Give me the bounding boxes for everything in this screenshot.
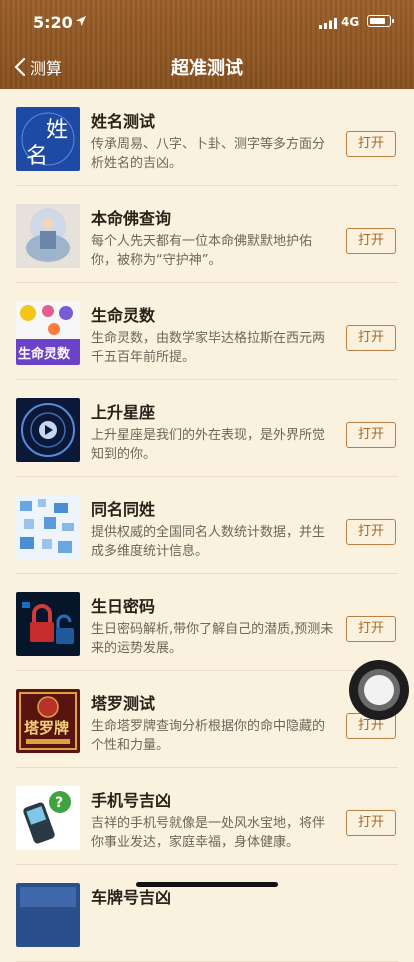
test-list: 姓 名 姓名测试 传承周易、八字、卜卦、测字等多方面分析姓名的吉凶。 打开 本命… <box>0 89 414 962</box>
item-title: 姓名测试 <box>91 112 156 131</box>
open-button[interactable]: 打开 <box>346 616 396 642</box>
open-button[interactable]: 打开 <box>346 422 396 448</box>
item-title: 生日密码 <box>91 597 156 616</box>
open-button[interactable]: 打开 <box>346 131 396 157</box>
list-item-lingshu[interactable]: 生命灵数 生命灵数 生命灵数，由数学家毕达格拉斯在西元两千五百年前所提。 打开 <box>0 283 414 380</box>
tongming-thumbnail <box>16 495 80 559</box>
item-description: 吉祥的手机号就像是一处风水宝地，将伴你事业发达，家庭幸福，身体健康。 <box>91 816 326 850</box>
taluo-thumbnail: 塔罗牌 <box>16 689 80 753</box>
item-description: 每个人先天都有一位本命佛默默地护佑你，被称为“守护神”。 <box>91 234 313 268</box>
open-button[interactable]: 打开 <box>346 810 396 836</box>
list-item-tongming[interactable]: 同名同姓 提供权威的全国同名人数统计数据，并生成多维度统计信息。 打开 <box>0 477 414 574</box>
nav-bar: 测算 超准测试 <box>0 44 414 89</box>
open-button[interactable]: 打开 <box>346 228 396 254</box>
chepaihao-thumbnail <box>16 883 80 947</box>
benmingfo-thumbnail <box>16 204 80 268</box>
thumb-text-lingshu: 生命灵数 <box>18 346 71 362</box>
shengxing-thumbnail <box>16 398 80 462</box>
page-title: 超准测试 <box>171 58 243 79</box>
item-title: 车牌号吉凶 <box>91 888 172 907</box>
home-indicator <box>136 882 278 887</box>
open-button[interactable]: 打开 <box>346 519 396 545</box>
shoujihao-thumbnail: ? <box>16 786 80 850</box>
svg-text:?: ? <box>55 795 63 811</box>
item-description: 生命塔罗牌查询分析根据你的命中隐藏的个性和力量。 <box>91 719 326 753</box>
item-title: 本命佛查询 <box>91 209 172 228</box>
list-item-xingming[interactable]: 姓 名 姓名测试 传承周易、八字、卜卦、测字等多方面分析姓名的吉凶。 打开 <box>0 89 414 186</box>
xingming-thumbnail: 姓 名 <box>16 107 80 171</box>
assistive-touch-button[interactable] <box>349 660 409 720</box>
item-title: 生命灵数 <box>91 306 156 325</box>
item-title: 塔罗测试 <box>91 694 156 713</box>
open-button[interactable]: 打开 <box>346 325 396 351</box>
lingshu-thumbnail: 生命灵数 <box>16 301 80 365</box>
thumb-text-xing: 姓 <box>46 118 68 143</box>
list-item-shengxing[interactable]: 上升星座 上升星座是我们的外在表现，是外界所觉知到的你。 打开 <box>0 380 414 477</box>
item-title: 同名同姓 <box>91 500 156 519</box>
list-item-chepaihao[interactable]: 车牌号吉凶 <box>0 865 414 962</box>
header: 5:20 4G 测算 超准测试 <box>0 0 414 89</box>
thumb-text-taluo: 塔罗牌 <box>24 719 69 737</box>
item-description: 提供权威的全国同名人数统计数据，并生成多维度统计信息。 <box>91 525 326 559</box>
network-type: 4G <box>341 15 360 29</box>
battery-icon <box>367 15 394 27</box>
item-description: 生命灵数，由数学家毕达格拉斯在西元两千五百年前所提。 <box>91 331 326 365</box>
item-description: 传承周易、八字、卜卦、测字等多方面分析姓名的吉凶。 <box>91 137 326 171</box>
item-title: 上升星座 <box>91 403 156 422</box>
thumb-text-ming: 名 <box>26 144 48 169</box>
status-bar: 5:20 4G <box>0 0 414 44</box>
list-item-benmingfo[interactable]: 本命佛查询 每个人先天都有一位本命佛默默地护佑你，被称为“守护神”。 打开 <box>0 186 414 283</box>
list-item-shengri[interactable]: 生日密码 生日密码解析,带你了解自己的潜质,预测未来的运势发展。 打开 <box>0 574 414 671</box>
list-item-shoujihao[interactable]: ? 手机号吉凶 吉祥的手机号就像是一处风水宝地，将伴你事业发达，家庭幸福，身体健… <box>0 768 414 865</box>
item-title: 手机号吉凶 <box>91 791 172 810</box>
signal-icon <box>319 18 337 29</box>
shengri-thumbnail <box>16 592 80 656</box>
status-time: 5:20 <box>33 13 73 32</box>
item-description: 生日密码解析,带你了解自己的潜质,预测未来的运势发展。 <box>91 622 334 656</box>
location-arrow-icon <box>76 16 86 26</box>
item-description: 上升星座是我们的外在表现，是外界所觉知到的你。 <box>91 428 326 462</box>
